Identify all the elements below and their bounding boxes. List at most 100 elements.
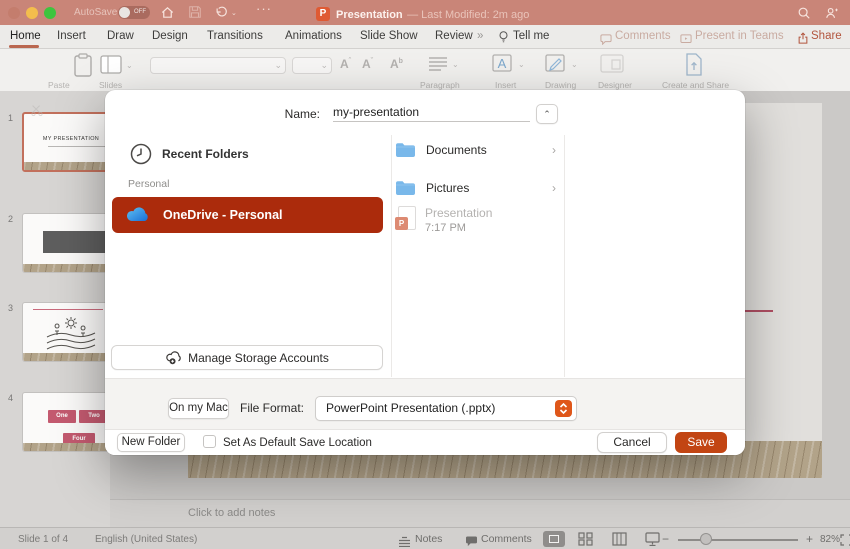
search-icon[interactable] [797, 6, 811, 20]
save-icon[interactable] [188, 5, 202, 19]
folder-row-documents[interactable]: Documents › [395, 136, 564, 164]
tab-transitions[interactable]: Transitions [207, 30, 263, 42]
combo-chevron-icon: ⌄ [320, 60, 328, 71]
file-name: Presentation [425, 206, 492, 220]
zoom-slider-track[interactable] [678, 539, 798, 541]
undo-chevron-icon[interactable]: ⌄ [231, 9, 237, 17]
slides-label: Slides [99, 80, 122, 90]
ribbon-tab-bar: Home Insert Draw Design Transitions Anim… [0, 25, 850, 49]
save-button[interactable]: Save [675, 432, 727, 453]
increase-font-icon[interactable]: Aˆ [340, 57, 351, 71]
notes-pane[interactable]: Click to add notes [110, 499, 850, 527]
file-row-presentation[interactable]: P Presentation 7:17 PM [395, 206, 564, 234]
combo-chevron-icon: ⌄ [274, 60, 282, 71]
zoom-in-button[interactable]: + [806, 532, 813, 546]
name-label: Name: [255, 107, 320, 121]
insert-chevron-icon[interactable]: ⌄ [518, 60, 525, 69]
slide-number: 1 [8, 113, 13, 123]
paste-icon[interactable] [72, 53, 94, 78]
file-format-select[interactable]: PowerPoint Presentation (.pptx) [315, 396, 577, 421]
tell-me-button[interactable]: Tell me [513, 30, 549, 42]
designer-label: Designer [598, 80, 632, 90]
normal-view-button[interactable] [543, 531, 565, 547]
chevron-right-icon: › [552, 143, 556, 157]
slide-sorter-view-button[interactable] [578, 532, 593, 549]
tab-insert[interactable]: Insert [57, 30, 86, 42]
comments-status-icon [465, 534, 478, 549]
zoom-out-button[interactable]: − [662, 532, 669, 546]
designer-icon[interactable] [600, 54, 626, 75]
present-in-teams-icon [680, 32, 692, 50]
active-tab-underline [9, 45, 39, 48]
drawing-icon[interactable] [545, 54, 569, 75]
minimize-window-button[interactable] [26, 7, 38, 19]
language-indicator[interactable]: English (United States) [95, 534, 197, 545]
paragraph-chevron-icon[interactable]: ⌄ [452, 60, 459, 69]
column-divider [564, 135, 565, 377]
clear-formatting-icon[interactable]: Ab [390, 57, 403, 71]
slide-count-indicator: Slide 1 of 4 [18, 534, 68, 545]
panel-divider [391, 135, 392, 377]
zoom-slider-knob[interactable] [700, 533, 712, 545]
fit-slide-to-window-button[interactable] [840, 533, 850, 549]
insert-text-icon[interactable]: A [492, 54, 516, 75]
slides-icon[interactable] [100, 55, 122, 74]
status-bar: Slide 1 of 4 English (United States) Not… [0, 527, 850, 549]
drawing-label: Drawing [545, 80, 576, 90]
notes-placeholder: Click to add notes [188, 507, 275, 519]
onedrive-personal-item[interactable]: OneDrive - Personal [112, 197, 383, 233]
on-my-mac-button[interactable]: On my Mac [168, 398, 229, 419]
collapse-dialog-button[interactable]: ⌃ [536, 104, 558, 124]
tab-draw[interactable]: Draw [107, 30, 134, 42]
tab-design[interactable]: Design [152, 30, 188, 42]
folder-name: Pictures [426, 181, 552, 195]
drawing-chevron-icon[interactable]: ⌄ [571, 60, 578, 69]
undo-icon[interactable] [214, 5, 229, 19]
powerpoint-file-icon: P [395, 206, 417, 232]
comments-toggle[interactable]: Comments [481, 533, 532, 545]
new-folder-button[interactable]: New Folder [117, 433, 185, 452]
outline-view-button[interactable] [612, 532, 627, 549]
zoom-window-button[interactable] [44, 7, 56, 19]
tab-home[interactable]: Home [10, 30, 41, 42]
paragraph-icon[interactable] [428, 56, 448, 71]
share-button[interactable]: Share [811, 30, 842, 42]
notes-toggle[interactable]: Notes [415, 533, 442, 545]
thumbnail-accent-line [33, 309, 103, 310]
tab-overflow-icon[interactable]: » [477, 30, 483, 42]
folder-row-pictures[interactable]: Pictures › [395, 174, 564, 202]
tab-slide-show[interactable]: Slide Show [360, 30, 418, 42]
window-title: P Presentation — Last Modified: 2m ago [316, 5, 529, 23]
share-people-icon[interactable] [824, 6, 839, 20]
home-icon[interactable] [160, 5, 175, 20]
tab-review[interactable]: Review [435, 30, 473, 42]
onedrive-cloud-icon [124, 206, 152, 224]
font-name-combo[interactable]: ⌄ [150, 57, 286, 74]
file-format-label: File Format: [240, 401, 304, 415]
cut-icon[interactable] [30, 103, 44, 117]
create-and-share-icon[interactable] [683, 53, 705, 77]
presenter-view-button[interactable] [645, 532, 660, 549]
ribbon-toolbar: ⌄ Paste ⌄ Slides ⌄ ⌄ Aˆ Aˇ Ab ⌄ Paragrap… [0, 49, 850, 91]
autosave-toggle[interactable]: OFF [118, 6, 150, 19]
zoom-percentage[interactable]: 82% [820, 534, 840, 545]
clock-icon [130, 143, 152, 165]
present-in-teams-button[interactable]: Present in Teams [695, 30, 784, 42]
tab-animations[interactable]: Animations [285, 30, 342, 42]
set-default-checkbox[interactable] [203, 435, 216, 448]
slides-chevron-icon[interactable]: ⌄ [126, 61, 133, 70]
insert-label: Insert [495, 80, 516, 90]
folder-icon [395, 142, 416, 158]
cancel-button[interactable]: Cancel [597, 432, 667, 453]
last-modified-text: — Last Modified: 2m ago [407, 9, 529, 21]
comments-button[interactable]: Comments [615, 30, 671, 42]
onedrive-item-label: OneDrive - Personal [163, 208, 283, 222]
filename-input[interactable] [333, 102, 530, 122]
font-size-combo[interactable]: ⌄ [292, 57, 332, 74]
more-commands-icon[interactable]: ··· [256, 1, 272, 16]
manage-storage-accounts-button[interactable]: Manage Storage Accounts [111, 345, 383, 370]
decrease-font-icon[interactable]: Aˇ [362, 57, 373, 71]
slide-number: 3 [8, 303, 13, 313]
powerpoint-app-icon: P [316, 7, 330, 21]
close-window-button[interactable] [8, 7, 20, 19]
